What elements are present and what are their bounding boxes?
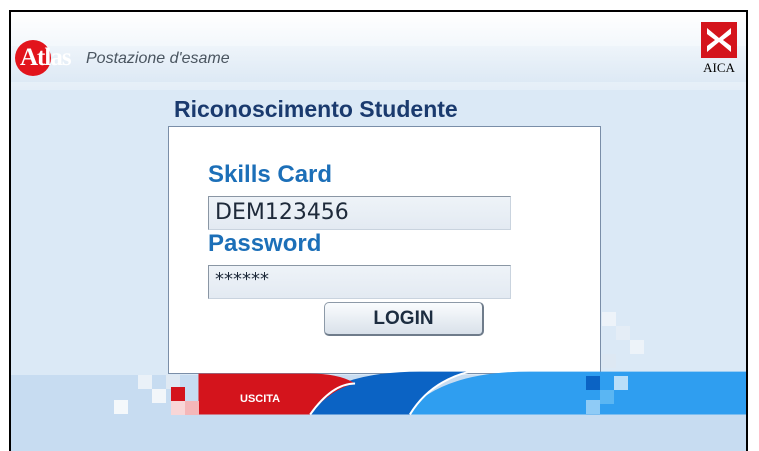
mosaic-square [586, 376, 600, 390]
app-window: Atlas Postazione d'esame AICA Riconoscim… [9, 10, 748, 451]
atlas-logo: Atlas [15, 40, 83, 76]
exit-button[interactable]: USCITA [240, 393, 280, 405]
mosaic-square [152, 389, 166, 403]
mosaic-square [630, 340, 644, 354]
page-title: Riconoscimento Studente [174, 96, 458, 122]
mosaic-square [616, 326, 630, 340]
mosaic-square [171, 401, 185, 415]
mosaic-square [171, 387, 185, 401]
aica-emblem-icon [701, 22, 737, 58]
mosaic-square [614, 376, 628, 390]
password-label: Password [208, 230, 322, 257]
aica-logo-text: AICA [703, 60, 735, 75]
aica-logo: AICA [697, 22, 741, 78]
atlas-logo-text: Atlas [20, 44, 72, 71]
skills-card-input[interactable]: DEM123456 [208, 196, 511, 230]
login-panel: Skills Card DEM123456 Password ****** LO… [168, 126, 601, 374]
password-input[interactable]: ****** [208, 265, 511, 299]
app-subtitle: Postazione d'esame [86, 50, 230, 67]
skills-card-label: Skills Card [208, 161, 333, 188]
login-button[interactable]: LOGIN [324, 302, 484, 336]
header: Atlas Postazione d'esame AICA [11, 12, 746, 90]
mosaic-square [114, 400, 128, 414]
mosaic-square [602, 312, 616, 326]
mosaic-square [138, 375, 152, 389]
mosaic-square [600, 390, 614, 404]
mosaic-square [602, 354, 616, 368]
mosaic-square [185, 401, 199, 415]
mosaic-square [586, 400, 600, 414]
